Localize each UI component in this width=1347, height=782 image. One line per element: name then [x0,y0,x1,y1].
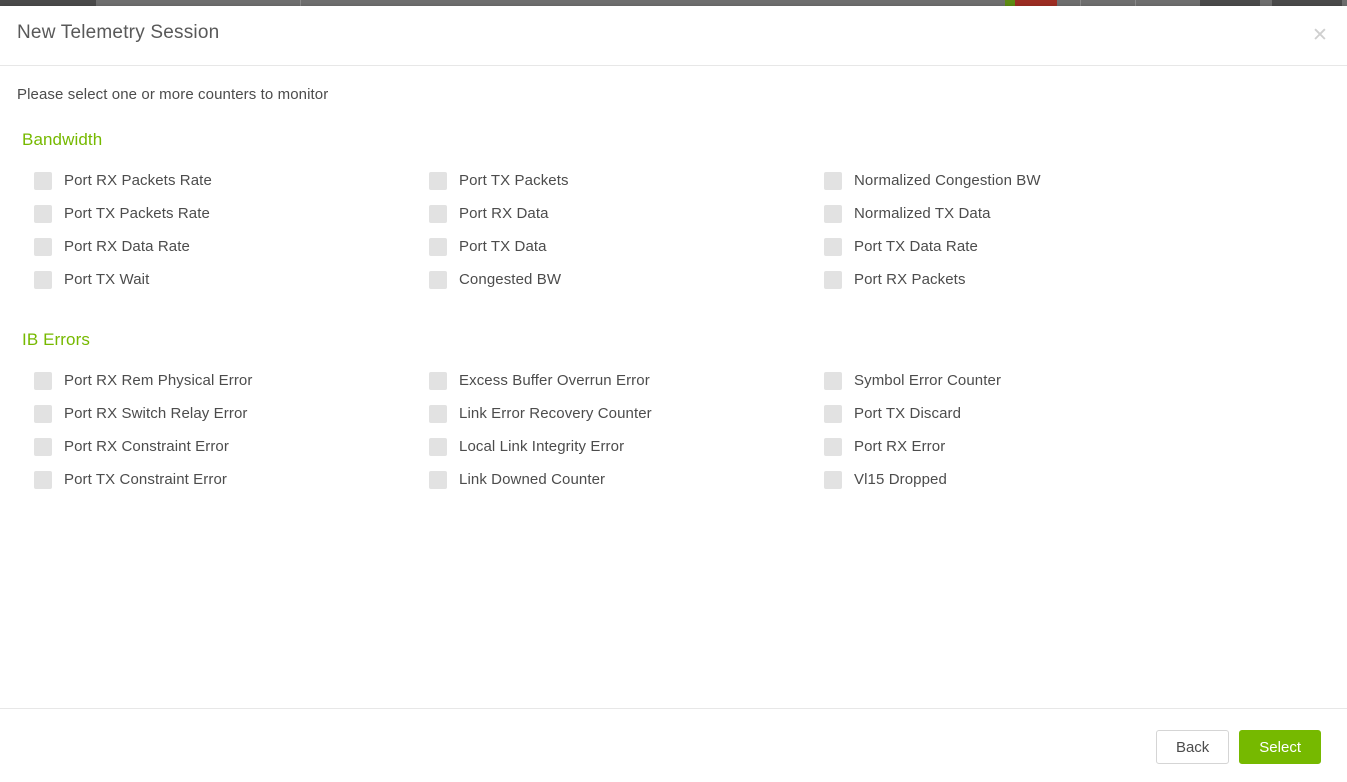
checkbox-icon[interactable] [429,438,447,456]
checkbox-icon[interactable] [824,438,842,456]
dialog-title: New Telemetry Session [17,22,219,44]
checkbox-label: Port RX Packets [854,271,966,288]
dialog-footer: Back Select [0,708,1347,781]
checkbox-icon[interactable] [34,271,52,289]
counter-grid-ib-errors: Port RX Rem Physical Error Port RX Switc… [0,364,1347,496]
checkbox-icon[interactable] [34,372,52,390]
footer-actions: Back Select [1156,730,1321,764]
section-bandwidth: Bandwidth Port RX Packets Rate Port TX P… [0,130,1347,296]
checkbox-icon[interactable] [824,238,842,256]
checkbox-row[interactable]: Link Error Recovery Counter [429,397,824,430]
checkbox-icon[interactable] [34,438,52,456]
checkbox-icon[interactable] [824,271,842,289]
checkbox-label: Symbol Error Counter [854,372,1001,389]
checkbox-row[interactable]: Port RX Switch Relay Error [34,397,429,430]
checkbox-row[interactable]: Port RX Rem Physical Error [34,364,429,397]
counter-column: Port TX Packets Port RX Data Port TX Dat… [429,164,824,296]
checkbox-icon[interactable] [824,405,842,423]
checkbox-label: Congested BW [459,271,561,288]
checkbox-icon[interactable] [824,205,842,223]
checkbox-row[interactable]: Local Link Integrity Error [429,430,824,463]
checkbox-label: Port RX Switch Relay Error [64,405,247,422]
checkbox-icon[interactable] [824,372,842,390]
close-icon[interactable]: ✕ [1307,22,1333,48]
checkbox-row[interactable]: Port TX Data [429,230,824,263]
checkbox-icon[interactable] [429,271,447,289]
checkbox-row[interactable]: Symbol Error Counter [824,364,1219,397]
checkbox-icon[interactable] [429,172,447,190]
checkbox-label: Normalized Congestion BW [854,172,1041,189]
checkbox-row[interactable]: Port RX Constraint Error [34,430,429,463]
checkbox-label: Port RX Packets Rate [64,172,212,189]
checkbox-row[interactable]: Port RX Data [429,197,824,230]
checkbox-label: Local Link Integrity Error [459,438,624,455]
counter-column: Port RX Packets Rate Port TX Packets Rat… [34,164,429,296]
dialog-body: Please select one or more counters to mo… [0,66,1347,708]
checkbox-row[interactable]: Port RX Packets [824,263,1219,296]
checkbox-label: Port TX Packets Rate [64,205,210,222]
checkbox-icon[interactable] [34,471,52,489]
checkbox-label: Link Error Recovery Counter [459,405,652,422]
checkbox-row[interactable]: Vl15 Dropped [824,463,1219,496]
checkbox-icon[interactable] [34,238,52,256]
checkbox-icon[interactable] [824,172,842,190]
new-telemetry-session-dialog: New Telemetry Session ✕ Please select on… [0,6,1347,782]
checkbox-icon[interactable] [34,205,52,223]
counter-column: Port RX Rem Physical Error Port RX Switc… [34,364,429,496]
checkbox-row[interactable]: Port RX Data Rate [34,230,429,263]
checkbox-label: Link Downed Counter [459,471,605,488]
checkbox-icon[interactable] [429,238,447,256]
checkbox-icon[interactable] [429,205,447,223]
section-title-ib-errors: IB Errors [22,330,1347,350]
section-ib-errors: IB Errors Port RX Rem Physical Error Por… [0,330,1347,496]
checkbox-label: Normalized TX Data [854,205,991,222]
checkbox-label: Port RX Data [459,205,549,222]
checkbox-row[interactable]: Port RX Error [824,430,1219,463]
back-button[interactable]: Back [1156,730,1229,764]
checkbox-label: Port TX Wait [64,271,149,288]
checkbox-row[interactable]: Port TX Packets [429,164,824,197]
checkbox-row[interactable]: Port TX Wait [34,263,429,296]
instruction-text: Please select one or more counters to mo… [17,86,328,103]
counter-column: Excess Buffer Overrun Error Link Error R… [429,364,824,496]
checkbox-row[interactable]: Normalized TX Data [824,197,1219,230]
select-button[interactable]: Select [1239,730,1321,764]
checkbox-row[interactable]: Link Downed Counter [429,463,824,496]
checkbox-label: Port TX Constraint Error [64,471,227,488]
counter-column: Symbol Error Counter Port TX Discard Por… [824,364,1219,496]
checkbox-icon[interactable] [429,372,447,390]
checkbox-label: Port TX Data Rate [854,238,978,255]
checkbox-label: Vl15 Dropped [854,471,947,488]
checkbox-label: Port RX Error [854,438,945,455]
checkbox-row[interactable]: Congested BW [429,263,824,296]
checkbox-row[interactable]: Port TX Constraint Error [34,463,429,496]
checkbox-icon[interactable] [429,405,447,423]
section-title-bandwidth: Bandwidth [22,130,1347,150]
checkbox-row[interactable]: Normalized Congestion BW [824,164,1219,197]
checkbox-row[interactable]: Port TX Packets Rate [34,197,429,230]
checkbox-row[interactable]: Excess Buffer Overrun Error [429,364,824,397]
checkbox-row[interactable]: Port TX Data Rate [824,230,1219,263]
checkbox-label: Excess Buffer Overrun Error [459,372,650,389]
checkbox-row[interactable]: Port TX Discard [824,397,1219,430]
checkbox-icon[interactable] [34,172,52,190]
checkbox-label: Port TX Data [459,238,547,255]
checkbox-icon[interactable] [429,471,447,489]
dialog-header: New Telemetry Session ✕ [0,6,1347,66]
checkbox-icon[interactable] [824,471,842,489]
checkbox-label: Port RX Constraint Error [64,438,229,455]
counter-column: Normalized Congestion BW Normalized TX D… [824,164,1219,296]
checkbox-label: Port RX Rem Physical Error [64,372,252,389]
checkbox-label: Port TX Packets [459,172,569,189]
counter-grid-bandwidth: Port RX Packets Rate Port TX Packets Rat… [0,164,1347,296]
checkbox-label: Port RX Data Rate [64,238,190,255]
checkbox-icon[interactable] [34,405,52,423]
checkbox-row[interactable]: Port RX Packets Rate [34,164,429,197]
checkbox-label: Port TX Discard [854,405,961,422]
